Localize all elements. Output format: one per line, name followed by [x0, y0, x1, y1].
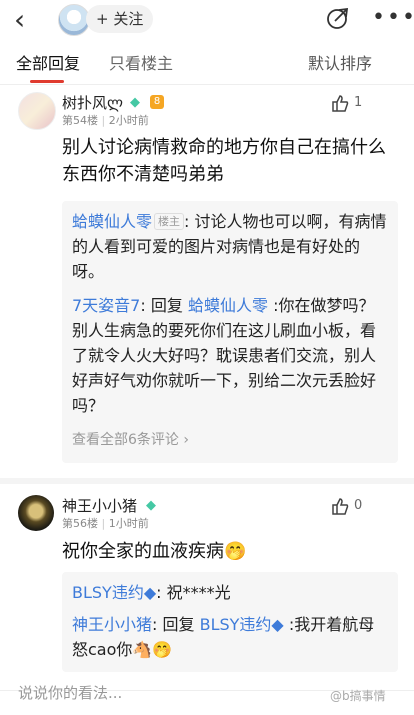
reply-separator: :: [184, 212, 190, 231]
more-icon[interactable]: •••: [372, 7, 414, 29]
comment-text: 祝你全家的血液疾病: [62, 541, 224, 562]
reply-item: 7天姿音7: 回复 蛤蟆仙人零 :你在做梦吗？别人生病急的要死你们在这儿刷血小板…: [72, 293, 390, 418]
reply-author[interactable]: 7天姿音7: [72, 296, 140, 315]
view-all-comments-link[interactable]: 查看全部6条评论 ›: [72, 431, 189, 449]
vip-diamond-icon: ◆: [130, 95, 140, 110]
follow-button[interactable]: + 关注: [86, 5, 154, 33]
floor-number: 第54楼: [62, 114, 98, 127]
reply-author[interactable]: 蛤蟆仙人零: [72, 212, 152, 231]
reply-text: 祝****光: [166, 583, 231, 602]
comment-content: 别人讨论病情救命的地方你自己在搞什么东西你不清楚吗弟弟: [62, 137, 386, 185]
watermark: @b搞事情: [330, 689, 386, 703]
comment-username[interactable]: 树扑风ლ: [62, 94, 123, 112]
emoji: 🤭: [224, 541, 247, 562]
reply-item: 神王小小猪: 回复 BLSY违约◆ :我开着航母怒cao你🐴🤭: [72, 612, 390, 662]
reply-item: 蛤蟆仙人零 楼主: 讨论人物也可以啊，有病情的人看到可爱的图片对病情也是有好处的呀…: [72, 209, 390, 284]
comment-username[interactable]: 神王小小猪: [62, 497, 137, 515]
comment-meta: 第56楼 | 1小时前: [62, 517, 149, 531]
active-tab-indicator: [30, 80, 64, 83]
tab-all-replies[interactable]: 全部回复: [16, 54, 80, 74]
reply-target[interactable]: BLSY违约◆: [200, 615, 284, 634]
reply-prefix: 回复: [162, 615, 195, 634]
comment-input[interactable]: 说说你的看法...: [18, 683, 122, 703]
avatar[interactable]: [18, 92, 56, 130]
level-badge: 8: [150, 95, 164, 109]
view-all-label: 查看全部6条评论: [72, 432, 179, 448]
floor-number: 第56楼: [62, 517, 98, 530]
chevron-right-icon: ›: [178, 432, 189, 448]
reply-author[interactable]: BLSY违约◆: [72, 583, 156, 602]
avatar[interactable]: [18, 495, 54, 531]
divider: [0, 84, 414, 85]
meta-separator: |: [101, 517, 109, 530]
like-icon[interactable]: [330, 94, 350, 112]
sort-dropdown[interactable]: 默认排序: [308, 54, 372, 74]
reply-separator: :: [156, 583, 162, 602]
reply-prefix: 回复: [150, 296, 183, 315]
vip-diamond-icon: ◆: [146, 498, 156, 513]
reply-separator: :: [152, 615, 158, 634]
like-icon[interactable]: [330, 497, 350, 515]
reply-target[interactable]: 蛤蟆仙人零: [188, 296, 268, 315]
reply-item: BLSY违约◆: 祝****光: [72, 580, 390, 605]
tab-op-only[interactable]: 只看楼主: [109, 54, 173, 74]
reply-author[interactable]: 神王小小猪: [72, 615, 152, 634]
meta-separator: |: [101, 114, 109, 127]
like-count: 1: [354, 95, 363, 110]
op-tag: 楼主: [154, 213, 185, 230]
reply-separator: :: [140, 296, 146, 315]
share-icon[interactable]: [326, 6, 350, 30]
emoji: 🐴🤭: [132, 640, 173, 659]
comment-meta: 第54楼 | 2小时前: [62, 114, 149, 128]
reply-box: BLSY违约◆: 祝****光 神王小小猪: 回复 BLSY违约◆ :我开着航母…: [62, 572, 398, 672]
reply-box: 蛤蟆仙人零 楼主: 讨论人物也可以啊，有病情的人看到可爱的图片对病情也是有好处的呀…: [62, 201, 398, 463]
comment-time: 1小时前: [108, 517, 149, 530]
section-divider: [0, 478, 414, 484]
like-count: 0: [354, 498, 363, 513]
back-icon[interactable]: ‹: [14, 6, 25, 34]
comment-content: 祝你全家的血液疾病🤭: [62, 538, 402, 565]
comment-time: 2小时前: [108, 114, 149, 127]
